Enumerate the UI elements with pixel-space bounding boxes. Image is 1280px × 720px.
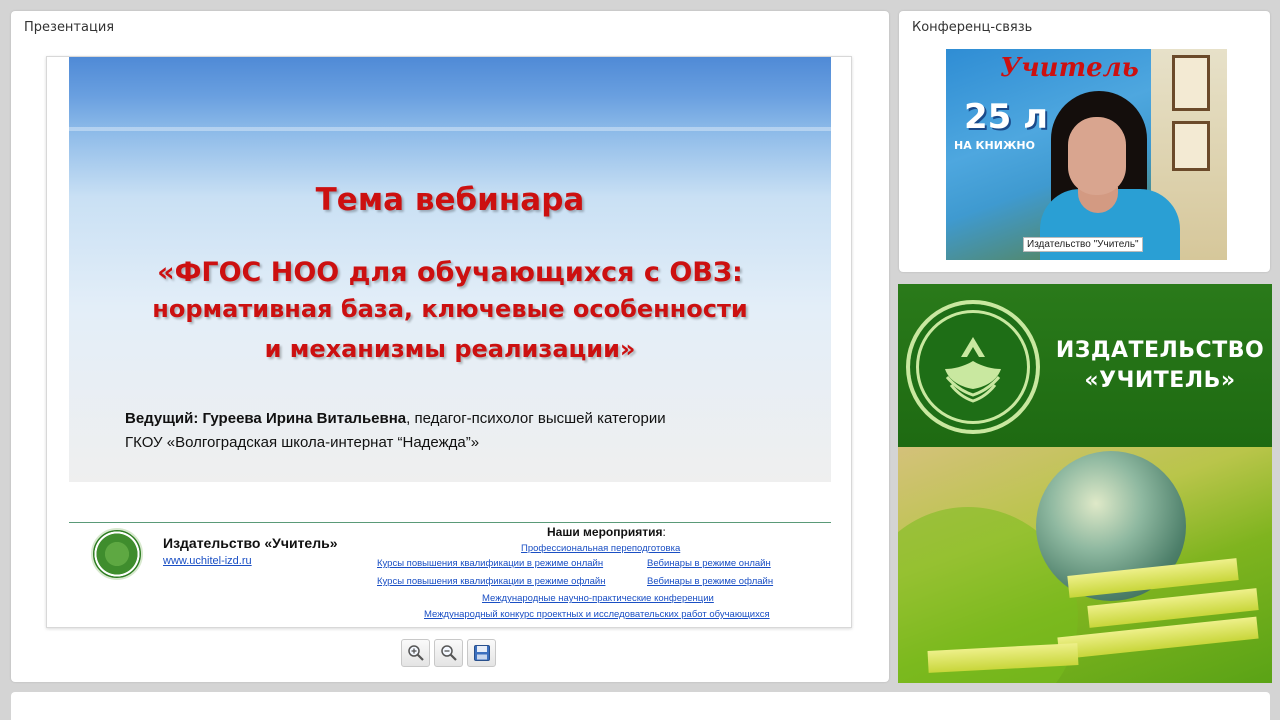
event-link-competition[interactable]: Международный конкурс проектных и исслед… — [424, 609, 770, 620]
video-backdrop-logo: Учитель — [1000, 53, 1139, 83]
video-participant-name: Издательство "Учитель" — [1023, 237, 1143, 252]
event-link-courses-online[interactable]: Курсы повышения квалификации в режиме он… — [377, 558, 603, 569]
video-backdrop-text: НА КНИЖНО — [954, 139, 1035, 152]
zoom-in-button[interactable] — [401, 639, 430, 667]
event-link-conferences[interactable]: Международные научно-практические конфер… — [482, 593, 714, 604]
slide-title-line-1: «ФГОС НОО для обучающихся с ОВЗ: — [157, 257, 743, 288]
zoom-out-button[interactable] — [434, 639, 463, 667]
footer-events-title: Наши мероприятия: — [547, 525, 666, 539]
zoom-in-icon — [407, 645, 424, 661]
presentation-panel: Презентация Тема вебинара «ФГОС НОО для … — [11, 11, 889, 682]
slide-title-line-2: нормативная база, ключевые особенности — [152, 295, 748, 323]
banner-publisher-name: ИЗДАТЕЛЬСТВО «УЧИТЕЛЬ» — [1055, 338, 1265, 393]
presentation-slide: Тема вебинара «ФГОС НОО для обучающихся … — [46, 56, 852, 628]
footer-publisher-name: Издательство «Учитель» — [163, 535, 338, 551]
slide-presenter: Ведущий: Гуреева Ирина Витальевна, педаг… — [125, 407, 666, 455]
event-link-retraining[interactable]: Профессиональная переподготовка — [521, 543, 680, 554]
zoom-out-icon — [440, 645, 457, 661]
banner-photo — [898, 447, 1272, 683]
save-button[interactable] — [467, 639, 496, 667]
slide-controls — [401, 639, 496, 667]
publisher-logo-icon — [91, 528, 143, 580]
event-link-courses-offline[interactable]: Курсы повышения квалификации в режиме оф… — [377, 576, 605, 587]
publisher-emblem-icon — [906, 300, 1040, 434]
presenter-organization: ГКОУ «Волгоградская школа-интернат “Наде… — [125, 434, 480, 451]
event-link-webinars-offline[interactable]: Вебинары в режиме офлайн — [647, 576, 773, 587]
bottom-panel — [11, 692, 1270, 720]
video-feed[interactable]: Учитель 25 л НА КНИЖНО Издательство "Учи… — [946, 49, 1227, 260]
presenter-role: , педагог-психолог высшей категории — [406, 410, 666, 427]
video-backdrop-25: 25 л — [964, 97, 1049, 137]
presenter-name: Ведущий: Гуреева Ирина Витальевна — [125, 410, 407, 427]
slide-header-area: Тема вебинара «ФГОС НОО для обучающихся … — [69, 57, 831, 482]
slide-title-line-3: и механизмы реализации» — [264, 335, 636, 363]
publisher-banner: ИЗДАТЕЛЬСТВО «УЧИТЕЛЬ» — [898, 284, 1272, 683]
presentation-panel-title: Презентация — [24, 20, 115, 35]
conference-panel: Конференц-связь Учитель 25 л НА КНИЖНО И… — [899, 11, 1270, 272]
footer-website-link[interactable]: www.uchitel-izd.ru — [163, 555, 252, 567]
conference-panel-title: Конференц-связь — [912, 20, 1033, 35]
floppy-disk-icon — [473, 645, 490, 661]
slide-topic: Тема вебинара — [315, 182, 585, 218]
slide-footer-divider — [69, 522, 831, 523]
event-link-webinars-online[interactable]: Вебинары в режиме онлайн — [647, 558, 771, 569]
